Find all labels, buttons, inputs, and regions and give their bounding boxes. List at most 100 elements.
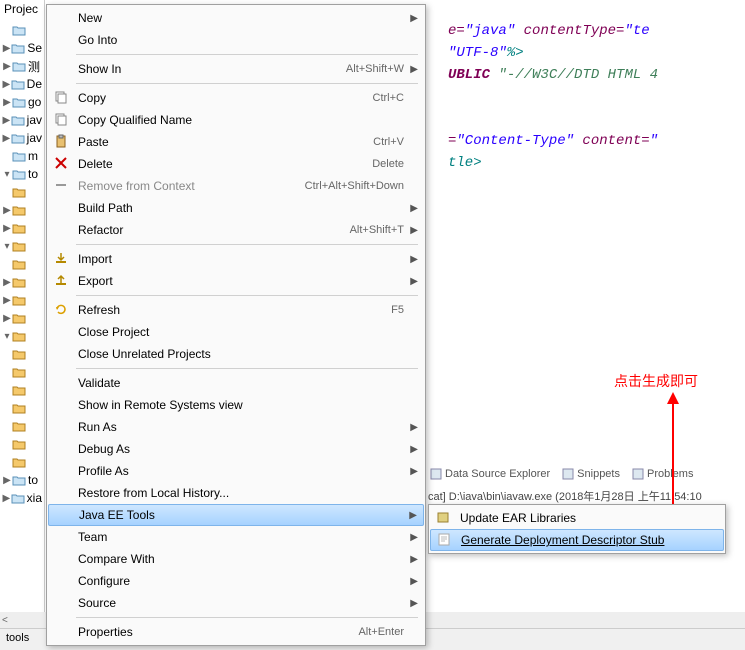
tree-item[interactable]: ▶jav	[2, 112, 42, 128]
menu-shortcut: Ctrl+V	[373, 136, 404, 148]
menu-item-new[interactable]: New▶	[48, 7, 424, 29]
code-token: "te	[624, 23, 649, 39]
expander-icon[interactable]: ▶	[2, 313, 12, 324]
submenu-arrow-icon: ▶	[408, 598, 418, 609]
view-tab-problems[interactable]: Problems	[632, 468, 693, 480]
tree-item[interactable]: ▾	[2, 328, 42, 344]
expander-icon[interactable]: ▶	[2, 115, 11, 126]
menu-item-java-ee-tools[interactable]: Java EE Tools▶	[48, 504, 424, 526]
tree-item-label: xia	[27, 491, 42, 505]
expander-icon[interactable]: ▶	[2, 493, 11, 504]
import-icon	[54, 251, 72, 267]
tree-item[interactable]	[2, 418, 42, 434]
tree-item[interactable]: ▶jav	[2, 130, 42, 146]
menu-item-show-in-remote-systems-view[interactable]: Show in Remote Systems view	[48, 394, 424, 416]
submenu-item-generate-deployment-descriptor-stub[interactable]: Generate Deployment Descriptor Stub	[430, 529, 724, 551]
tree-item[interactable]: ▶go	[2, 94, 42, 110]
expander-icon[interactable]: ▶	[2, 133, 11, 144]
menu-item-go-into[interactable]: Go Into	[48, 29, 424, 51]
expander-icon[interactable]: ▾	[2, 169, 12, 180]
menu-item-compare-with[interactable]: Compare With▶	[48, 548, 424, 570]
tree-item[interactable]	[2, 400, 42, 416]
expander-icon[interactable]: ▶	[2, 295, 12, 306]
expander-icon[interactable]: ▾	[2, 241, 12, 252]
menu-item-copy[interactable]: CopyCtrl+C	[48, 87, 424, 109]
menu-item-import[interactable]: Import▶	[48, 248, 424, 270]
copy-icon	[54, 112, 72, 128]
menu-item-debug-as[interactable]: Debug As▶	[48, 438, 424, 460]
menu-item-copy-qualified-name[interactable]: Copy Qualified Name	[48, 109, 424, 131]
expander-icon[interactable]: ▶	[2, 79, 11, 90]
menu-item-show-in[interactable]: Show InAlt+Shift+W▶	[48, 58, 424, 80]
menu-label: Run As	[78, 420, 408, 434]
menu-item-close-project[interactable]: Close Project	[48, 321, 424, 343]
tree-item-label: De	[27, 77, 42, 91]
expander-icon[interactable]: ▶	[2, 277, 12, 288]
code-token: %>	[507, 45, 524, 61]
menu-item-source[interactable]: Source▶	[48, 592, 424, 614]
gen-icon	[437, 532, 455, 548]
tree-item[interactable]	[2, 364, 42, 380]
tree-item[interactable]	[2, 256, 42, 272]
menu-item-refactor[interactable]: RefactorAlt+Shift+T▶	[48, 219, 424, 241]
code-token: "UTF-8"	[448, 45, 507, 61]
tree-item[interactable]: ▶ De	[2, 76, 42, 92]
menu-item-export[interactable]: Export▶	[48, 270, 424, 292]
folder-icon	[12, 383, 26, 397]
expander-icon[interactable]: ▾	[2, 331, 12, 342]
tree-item[interactable]: ▾	[2, 238, 42, 254]
menu-item-configure[interactable]: Configure▶	[48, 570, 424, 592]
menu-label: Show In	[78, 62, 346, 76]
tree-item[interactable]: ▶	[2, 292, 42, 308]
submenu-item-update-ear-libraries[interactable]: Update EAR Libraries	[430, 507, 724, 529]
menu-item-close-unrelated-projects[interactable]: Close Unrelated Projects	[48, 343, 424, 365]
menu-item-team[interactable]: Team▶	[48, 526, 424, 548]
expander-icon[interactable]: ▶	[2, 61, 12, 72]
tree-item[interactable]: ▶	[2, 274, 42, 290]
tree-item[interactable]: ▶	[2, 310, 42, 326]
menu-item-profile-as[interactable]: Profile As▶	[48, 460, 424, 482]
view-tab-data-source-explorer[interactable]: Data Source Explorer	[430, 468, 550, 480]
project-tree[interactable]: ▶Se▶测▶De▶go▶jav▶javm▾to▶▶▾▶▶▶▾▶to▶xia	[0, 18, 44, 512]
menu-item-restore-from-local-history[interactable]: Restore from Local History...	[48, 482, 424, 504]
expander-icon[interactable]: ▶	[2, 43, 11, 54]
menu-item-delete[interactable]: DeleteDelete	[48, 153, 424, 175]
tree-item[interactable]	[2, 436, 42, 452]
tree-item[interactable]	[2, 346, 42, 362]
tree-item[interactable]	[2, 22, 42, 38]
blank-icon	[54, 222, 72, 238]
menu-item-validate[interactable]: Validate	[48, 372, 424, 394]
menu-separator	[76, 617, 418, 618]
menu-item-build-path[interactable]: Build Path▶	[48, 197, 424, 219]
expander-icon[interactable]: ▶	[2, 475, 12, 486]
tree-item[interactable]: m	[2, 148, 42, 164]
export-icon	[54, 273, 72, 289]
tree-item[interactable]: ▶	[2, 202, 42, 218]
tree-item[interactable]	[2, 184, 42, 200]
menu-label: Debug As	[78, 442, 408, 456]
menu-label: Export	[78, 274, 408, 288]
tree-item[interactable]: ▶to	[2, 472, 42, 488]
expander-icon[interactable]: ▶	[2, 223, 12, 234]
menu-shortcut: Delete	[372, 158, 404, 170]
tree-item[interactable]: ▶ xia	[2, 490, 42, 506]
view-tab-snippets[interactable]: Snippets	[562, 468, 620, 480]
folder-icon	[12, 419, 26, 433]
expander-icon[interactable]: ▶	[2, 205, 12, 216]
tree-item[interactable]: ▶测	[2, 58, 42, 74]
tree-item[interactable]: ▶ Se	[2, 40, 42, 56]
submenu-arrow-icon: ▶	[408, 554, 418, 565]
tree-item[interactable]	[2, 382, 42, 398]
menu-separator	[76, 368, 418, 369]
expander-icon[interactable]: ▶	[2, 97, 12, 108]
tree-item[interactable]	[2, 454, 42, 470]
tree-item[interactable]: ▾to	[2, 166, 42, 182]
menu-item-paste[interactable]: PasteCtrl+V	[48, 131, 424, 153]
console-output-line: cat] D:\iava\bin\iavaw.exe (2018年1月28日 上…	[428, 488, 702, 504]
menu-item-properties[interactable]: PropertiesAlt+Enter	[48, 621, 424, 643]
tree-item[interactable]: ▶	[2, 220, 42, 236]
menu-item-run-as[interactable]: Run As▶	[48, 416, 424, 438]
menu-item-refresh[interactable]: RefreshF5	[48, 299, 424, 321]
tree-item-label: Se	[27, 41, 42, 55]
menu-label: Restore from Local History...	[78, 486, 408, 500]
